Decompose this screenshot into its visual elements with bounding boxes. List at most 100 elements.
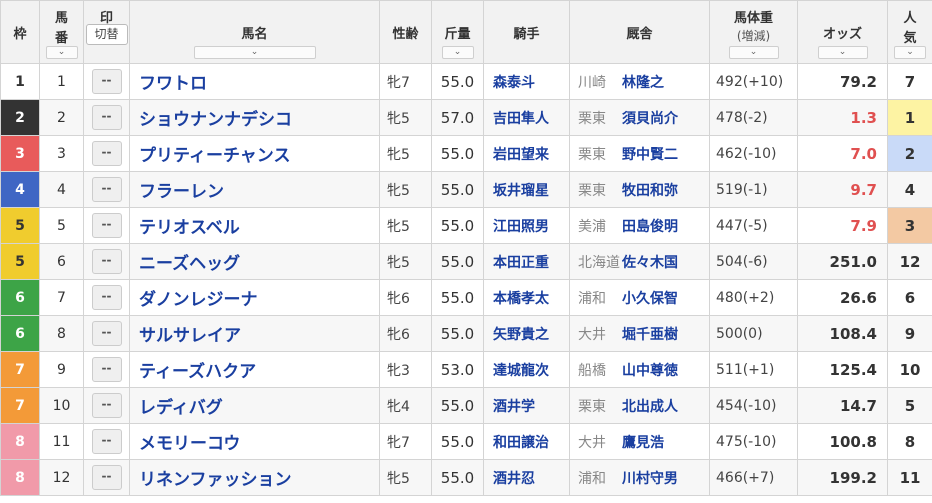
trainer-link[interactable]: 林隆之 xyxy=(622,75,664,91)
jockey-link[interactable]: 岩田望来 xyxy=(483,135,570,172)
weight-cell: 55.0 xyxy=(431,63,484,100)
mark-select-button[interactable]: -- xyxy=(91,465,122,490)
jockey-link[interactable]: 本田正重 xyxy=(483,243,570,280)
chevron-down-icon: ⌄ xyxy=(57,47,66,57)
header-pop-label-1: 人 xyxy=(903,11,917,26)
trainer-link[interactable]: 小久保智 xyxy=(622,291,678,307)
stable-region: 栗東 xyxy=(578,182,606,199)
sort-horse-button[interactable]: ⌄ xyxy=(193,46,316,59)
table-row: 6 8 -- サルサレイア 牝6 55.0 矢野貴之 大井 堀千亜樹 500(0) 108.4 9 xyxy=(0,315,932,352)
stable-cell: 栗東 北出成人 xyxy=(569,387,710,424)
header-weight[interactable]: 斤量 ⌄ xyxy=(431,0,484,64)
mark-select-button[interactable]: -- xyxy=(91,393,122,418)
jockey-link[interactable]: 矢野貴之 xyxy=(483,315,570,352)
weight-cell: 55.0 xyxy=(431,387,484,424)
horse-name-link[interactable]: メモリーコウ xyxy=(129,423,380,460)
horse-name-link[interactable]: レディバグ xyxy=(129,387,380,424)
mark-select-button[interactable]: -- xyxy=(91,213,122,238)
sort-umaban-button[interactable]: ⌄ xyxy=(45,46,78,59)
jockey-link[interactable]: 達城龍次 xyxy=(483,351,570,388)
horse-name-link[interactable]: フワトロ xyxy=(129,63,380,100)
header-horse[interactable]: 馬名 ⌄ xyxy=(129,0,380,64)
mark-select-button[interactable]: -- xyxy=(91,177,122,202)
body-weight-cell: 511(+1) xyxy=(709,351,798,388)
header-pop[interactable]: 人 気 ⌄ xyxy=(887,0,932,64)
stable-region: 川崎 xyxy=(578,74,606,91)
header-waku: 枠 xyxy=(0,0,40,64)
trainer-link[interactable]: 牧田和弥 xyxy=(622,183,678,199)
trainer-link[interactable]: 佐々木国 xyxy=(622,255,678,271)
jockey-link[interactable]: 本橋孝太 xyxy=(483,279,570,316)
mark-select-button[interactable]: -- xyxy=(91,321,122,346)
stable-cell: 栗東 野中賢二 xyxy=(569,135,710,172)
header-odds[interactable]: オッズ ⌄ xyxy=(797,0,888,64)
mark-toggle-button[interactable]: 切替 xyxy=(85,24,128,45)
horse-name-link[interactable]: ティーズハクア xyxy=(129,351,380,388)
mark-select-button[interactable]: -- xyxy=(91,429,122,454)
header-umaban-label-1: 馬 xyxy=(54,11,68,26)
trainer-link[interactable]: 鷹見浩 xyxy=(622,435,664,451)
mark-select-button[interactable]: -- xyxy=(91,69,122,94)
horse-name-link[interactable]: フラーレン xyxy=(129,171,380,208)
header-pop-label-2: 気 xyxy=(903,31,917,46)
trainer-link[interactable]: 田島俊明 xyxy=(622,219,678,235)
header-horse-label: 馬名 xyxy=(241,27,268,42)
waku-cell: 1 xyxy=(0,63,40,100)
jockey-link[interactable]: 酒井学 xyxy=(483,387,570,424)
horse-name-link[interactable]: テリオスベル xyxy=(129,207,380,244)
sex-age-cell: 牝5 xyxy=(379,135,432,172)
sort-odds-button[interactable]: ⌄ xyxy=(817,46,868,59)
body-weight-cell: 466(+7) xyxy=(709,459,798,496)
header-body-label: 馬体重 xyxy=(733,11,773,26)
header-body[interactable]: 馬体重 (増減) ⌄ xyxy=(709,0,798,64)
body-weight-cell: 462(-10) xyxy=(709,135,798,172)
stable-cell: 美浦 田島俊明 xyxy=(569,207,710,244)
stable-cell: 大井 堀千亜樹 xyxy=(569,315,710,352)
horse-name-link[interactable]: プリティーチャンス xyxy=(129,135,380,172)
umaban-cell: 2 xyxy=(39,99,84,136)
stable-region: 美浦 xyxy=(578,218,606,235)
popularity-cell: 12 xyxy=(887,243,932,280)
mark-select-button[interactable]: -- xyxy=(91,249,122,274)
trainer-link[interactable]: 須貝尚介 xyxy=(622,111,678,127)
mark-select-button[interactable]: -- xyxy=(91,285,122,310)
jockey-link[interactable]: 坂井瑠星 xyxy=(483,171,570,208)
jockey-link[interactable]: 酒井忍 xyxy=(483,459,570,496)
horse-name-link[interactable]: ニーズヘッグ xyxy=(129,243,380,280)
weight-cell: 55.0 xyxy=(431,207,484,244)
sort-weight-button[interactable]: ⌄ xyxy=(441,46,474,59)
umaban-cell: 11 xyxy=(39,423,84,460)
mark-cell: -- xyxy=(83,171,130,208)
stable-cell: 大井 鷹見浩 xyxy=(569,423,710,460)
horse-name-link[interactable]: サルサレイア xyxy=(129,315,380,352)
mark-cell: -- xyxy=(83,459,130,496)
umaban-cell: 5 xyxy=(39,207,84,244)
sort-pop-button[interactable]: ⌄ xyxy=(894,46,926,59)
header-umaban[interactable]: 馬 番 ⌄ xyxy=(39,0,84,64)
jockey-link[interactable]: 江田照男 xyxy=(483,207,570,244)
header-weight-label: 斤量 xyxy=(444,27,471,42)
trainer-link[interactable]: 山中尊徳 xyxy=(622,363,678,379)
umaban-cell: 3 xyxy=(39,135,84,172)
trainer-link[interactable]: 堀千亜樹 xyxy=(622,327,678,343)
popularity-cell: 2 xyxy=(887,135,932,172)
stable-cell: 浦和 小久保智 xyxy=(569,279,710,316)
stable-region: 栗東 xyxy=(578,110,606,127)
table-row: 1 1 -- フワトロ 牝7 55.0 森泰斗 川崎 林隆之 492(+10) 79.2 7 xyxy=(0,63,932,100)
jockey-link[interactable]: 和田譲治 xyxy=(483,423,570,460)
horse-name-link[interactable]: ダノンレジーナ xyxy=(129,279,380,316)
umaban-cell: 10 xyxy=(39,387,84,424)
mark-select-button[interactable]: -- xyxy=(91,357,122,382)
popularity-cell: 6 xyxy=(887,279,932,316)
trainer-link[interactable]: 北出成人 xyxy=(622,399,678,415)
trainer-link[interactable]: 野中賢二 xyxy=(622,147,678,163)
sort-body-button[interactable]: ⌄ xyxy=(728,46,779,59)
trainer-link[interactable]: 川村守男 xyxy=(622,471,678,487)
body-weight-cell: 492(+10) xyxy=(709,63,798,100)
mark-select-button[interactable]: -- xyxy=(91,105,122,130)
mark-select-button[interactable]: -- xyxy=(91,141,122,166)
horse-name-link[interactable]: ショウナンナデシコ xyxy=(129,99,380,136)
jockey-link[interactable]: 森泰斗 xyxy=(483,63,570,100)
horse-name-link[interactable]: リネンファッション xyxy=(129,459,380,496)
jockey-link[interactable]: 吉田隼人 xyxy=(483,99,570,136)
